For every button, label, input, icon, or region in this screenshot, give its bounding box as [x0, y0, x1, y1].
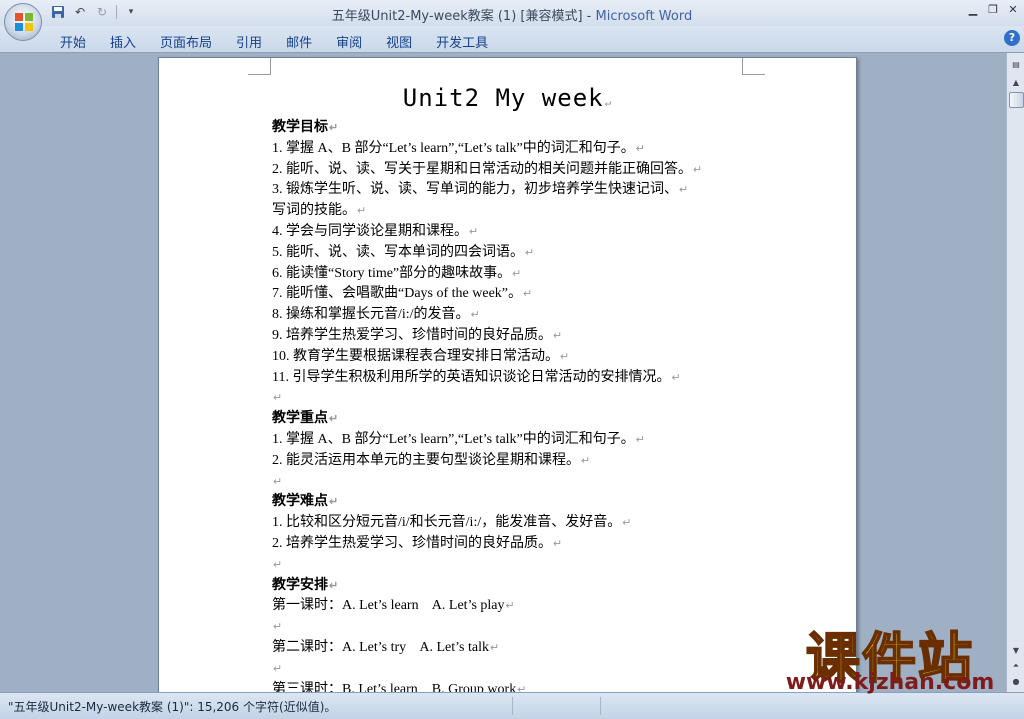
app-name: Microsoft Word: [595, 9, 693, 24]
paragraph-line: ↵: [273, 621, 283, 634]
document-area: Unit2 My week↵ 教学目标↵ 1. 掌握 A、B 部分“Let’s l…: [0, 53, 1006, 692]
paragraph-line: ↵: [273, 662, 283, 675]
paragraph-line: 3. 锻炼学生听、说、读、写单词的能力，初步培养学生快速记词、↵: [272, 182, 689, 198]
paragraph-line: 写词的技能。↵: [272, 203, 367, 219]
office-button[interactable]: [4, 3, 42, 41]
section-heading: 教学难点↵: [272, 494, 339, 510]
tab-references[interactable]: 引用: [224, 30, 274, 53]
status-text: "五年级Unit2-My-week教案 (1)": 15,206 个字符(近似值…: [8, 700, 337, 714]
paragraph-line: 1. 掌握 A、B 部分“Let’s learn”,“Let’s talk”中的…: [272, 140, 645, 156]
scroll-up-icon[interactable]: ▲: [1009, 75, 1023, 89]
paragraph-line: 7. 能听懂、会唱歌曲“Days of the week”。↵: [272, 286, 533, 302]
tab-mailings[interactable]: 邮件: [274, 30, 324, 53]
status-separator: [600, 697, 601, 715]
section-heading: 教学重点↵: [272, 411, 339, 427]
paragraph-line: 第二课时：A. Let’s try A. Let’s talk↵: [272, 639, 500, 655]
tab-insert[interactable]: 插入: [98, 30, 148, 53]
restore-icon[interactable]: ❐: [986, 2, 1000, 16]
tab-page-layout[interactable]: 页面布局: [148, 30, 224, 53]
watermark-url: www.kjzhan.com: [785, 670, 995, 695]
margin-corner-right: [742, 58, 765, 75]
paragraph-line: 10. 教育学生要根据课程表合理安排日常活动。↵: [272, 348, 570, 364]
margin-corner-left: [248, 58, 271, 75]
watermark-logo: 课件站 www.kjzhan.com: [772, 620, 1008, 700]
empty-paragraph: ↵: [273, 475, 283, 488]
paragraph-line: 2. 能灵活运用本单元的主要句型谈论星期和课程。↵: [272, 452, 591, 468]
section-heading: 教学安排↵: [272, 577, 339, 593]
ribbon-tab-bar: 开始 插入 页面布局 引用 邮件 审阅 视图 开发工具 ?: [0, 26, 1024, 53]
paragraph-line: 5. 能听、说、读、写本单词的四会词语。↵: [272, 244, 535, 260]
paragraph-line: 2. 培养学生热爱学习、珍惜时间的良好品质。↵: [272, 535, 563, 551]
paragraph-line: 1. 比较和区分短元音/i/和长元音/i:/，能发准音、发好音。↵: [272, 515, 632, 531]
document-body: 教学目标↵ 1. 掌握 A、B 部分“Let’s learn”,“Let’s ta…: [272, 118, 832, 692]
select-browse-object-icon[interactable]: ●: [1009, 674, 1023, 688]
tab-developer[interactable]: 开发工具: [424, 30, 500, 53]
document-page[interactable]: Unit2 My week↵ 教学目标↵ 1. 掌握 A、B 部分“Let’s l…: [158, 57, 857, 692]
section-heading: 教学目标↵: [272, 120, 339, 135]
paragraph-line: 6. 能读懂“Story time”部分的趣味故事。↵: [272, 265, 522, 281]
previous-page-icon[interactable]: ⏶: [1009, 659, 1023, 673]
paragraph-line: 2. 能听、说、读、写关于星期和日常活动的相关问题并能正确回答。↵: [272, 161, 703, 177]
scroll-down-icon[interactable]: ▼: [1009, 643, 1023, 657]
tab-home[interactable]: 开始: [48, 30, 98, 53]
empty-paragraph: ↵: [273, 558, 283, 571]
vertical-scrollbar[interactable]: ▤ ▲ ▼ ⏶ ●: [1006, 53, 1024, 692]
paragraph-line: 11. 引导学生积极利用所学的英语知识谈论日常活动的安排情况。↵: [272, 369, 681, 385]
minimize-icon[interactable]: ▁: [966, 2, 980, 16]
close-icon[interactable]: ✕: [1006, 2, 1020, 16]
document-title-text: 五年级Unit2-My-week教案 (1) [兼容模式] -: [331, 9, 596, 24]
document-heading: Unit2 My week↵: [402, 84, 613, 112]
window-title: 五年级Unit2-My-week教案 (1) [兼容模式] - Microsof…: [0, 5, 1024, 24]
paragraph-line: 第一课时：A. Let’s learn A. Let’s play↵: [272, 598, 515, 614]
office-logo-icon: [15, 13, 33, 31]
scroll-thumb[interactable]: [1009, 92, 1024, 108]
tab-review[interactable]: 审阅: [324, 30, 374, 53]
paragraph-line: 4. 学会与同学谈论星期和课程。↵: [272, 223, 479, 239]
paragraph-line: 1. 掌握 A、B 部分“Let’s learn”,“Let’s talk”中的…: [272, 431, 645, 447]
help-icon[interactable]: ?: [1004, 30, 1020, 46]
window-controls: ▁ ❐ ✕: [966, 2, 1020, 16]
paragraph-line: 9. 培养学生热爱学习、珍惜时间的良好品质。↵: [272, 327, 563, 343]
status-separator: [512, 697, 513, 715]
paragraph-line: 第三课时：B. Let’s learn B. Group work↵: [272, 681, 527, 692]
title-bar: ↶ ↻ ▾ 五年级Unit2-My-week教案 (1) [兼容模式] - Mi…: [0, 0, 1024, 26]
paragraph-line: 8. 操练和掌握长元音/i:/的发音。↵: [272, 307, 480, 323]
tab-view[interactable]: 视图: [374, 30, 424, 53]
ruler-toggle-icon[interactable]: ▤: [1009, 57, 1023, 71]
empty-paragraph: ↵: [273, 392, 283, 405]
